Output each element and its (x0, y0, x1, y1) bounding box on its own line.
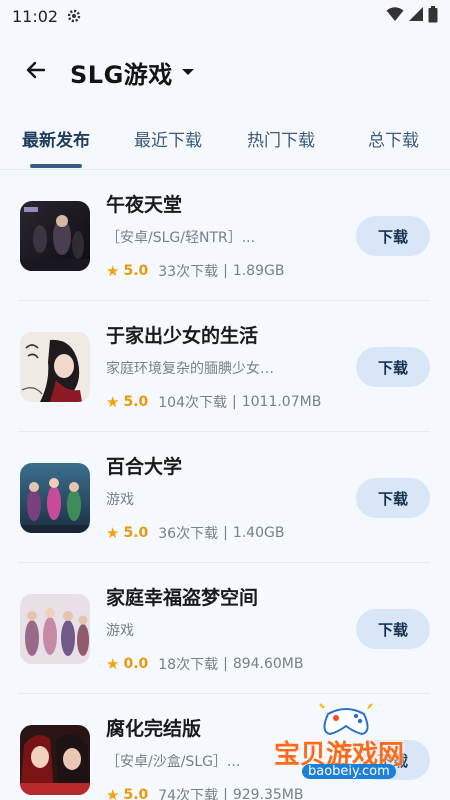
tab-indicator (30, 164, 82, 168)
app-meta: ★ 5.0 36次下载 | 1.40GB (106, 523, 284, 543)
app-description: ［安卓/SLG/轻NTR］... (106, 230, 256, 246)
list-item[interactable]: 百合大学 游戏 ★ 5.0 36次下载 | 1.40GB 下载 (18, 432, 430, 563)
app-description: 家庭环境复杂的腼腆少女、孤独... (106, 361, 286, 377)
caret-down-icon (181, 67, 195, 77)
app-description: 游戏 (106, 623, 134, 639)
app-name[interactable]: 于家出少女的生活 (106, 321, 258, 348)
app-description: 游戏 (106, 492, 134, 508)
app-downloads: 104次下载 (158, 395, 227, 411)
status-time: 11:02 (12, 6, 59, 26)
star-icon: ★ (106, 393, 120, 411)
download-button[interactable]: 下载 (356, 347, 430, 387)
star-icon: ★ (106, 262, 120, 280)
list-item[interactable]: 午夜天堂 ［安卓/SLG/轻NTR］... ★ 5.0 33次下载 | 1.89… (18, 170, 430, 301)
app-list: 午夜天堂 ［安卓/SLG/轻NTR］... ★ 5.0 33次下载 | 1.89… (18, 170, 430, 800)
signal-icon (408, 6, 424, 26)
app-rating: 5.0 (123, 525, 149, 541)
star-icon: ★ (106, 524, 120, 542)
star-icon: ★ (106, 655, 120, 673)
app-name[interactable]: 午夜天堂 (106, 190, 182, 217)
app-meta: ★ 5.0 104次下载 | 1011.07MB (106, 392, 321, 412)
app-name[interactable]: 家庭幸福盗梦空间 (106, 583, 258, 610)
app-size: 1011.07MB (241, 394, 322, 410)
app-name[interactable]: 腐化完结版 (106, 714, 201, 741)
app-rating: 5.0 (123, 394, 149, 410)
gear-icon (66, 8, 82, 24)
app-rating: 0.0 (123, 656, 149, 672)
wifi-icon (386, 6, 404, 26)
category-selector[interactable]: SLG游戏 (70, 55, 195, 90)
app-bar: SLG游戏 (0, 44, 450, 100)
app-size: 1.89GB (232, 263, 285, 279)
page-title: SLG游戏 (70, 60, 173, 89)
app-downloads: 74次下载 (158, 788, 219, 800)
star-icon: ★ (106, 786, 120, 800)
app-description: ［安卓/沙盒/SLG］... (106, 754, 241, 770)
app-rating: 5.0 (123, 263, 149, 279)
app-icon[interactable] (20, 332, 90, 402)
battery-icon (428, 5, 438, 27)
app-size: 1.40GB (232, 525, 285, 541)
app-icon[interactable] (20, 594, 90, 664)
app-meta: ★ 5.0 74次下载 | 929.35MB (106, 785, 303, 800)
download-button[interactable]: 下载 (356, 609, 430, 649)
tab-bar: 最新发布 最近下载 热门下载 总下载 (0, 118, 450, 170)
tab-latest[interactable]: 最新发布 (22, 126, 90, 151)
tab-total-downloads[interactable]: 总下载 (368, 126, 419, 151)
app-size: 894.60MB (232, 656, 304, 672)
download-button[interactable]: 下载 (356, 216, 430, 256)
list-item[interactable]: 腐化完结版 ［安卓/沙盒/SLG］... ★ 5.0 74次下载 | 929.3… (18, 694, 430, 800)
status-bar: 11:02 (0, 0, 450, 32)
app-downloads: 36次下载 (158, 526, 219, 542)
app-rating: 5.0 (123, 787, 149, 800)
meta-separator: | (232, 394, 237, 410)
app-downloads: 18次下载 (158, 657, 219, 673)
list-item[interactable]: 家庭幸福盗梦空间 游戏 ★ 0.0 18次下载 | 894.60MB 下载 (18, 563, 430, 694)
app-icon[interactable] (20, 725, 90, 795)
download-button[interactable]: 下载 (356, 740, 430, 780)
meta-separator: | (223, 787, 228, 800)
meta-separator: | (223, 263, 228, 279)
app-meta: ★ 5.0 33次下载 | 1.89GB (106, 261, 284, 281)
app-downloads: 33次下载 (158, 264, 219, 280)
arrow-left-icon (24, 58, 48, 86)
tab-hot-downloads[interactable]: 热门下载 (247, 126, 315, 151)
list-item[interactable]: 于家出少女的生活 家庭环境复杂的腼腆少女、孤独... ★ 5.0 104次下载 … (18, 301, 430, 432)
meta-separator: | (223, 656, 228, 672)
app-icon[interactable] (20, 463, 90, 533)
status-icons (386, 5, 438, 27)
app-name[interactable]: 百合大学 (106, 452, 182, 479)
app-size: 929.35MB (232, 787, 304, 800)
tab-recent-downloads[interactable]: 最近下载 (134, 126, 202, 151)
app-icon[interactable] (20, 201, 90, 271)
meta-separator: | (223, 525, 228, 541)
back-button[interactable] (22, 58, 50, 86)
download-button[interactable]: 下载 (356, 478, 430, 518)
app-meta: ★ 0.0 18次下载 | 894.60MB (106, 654, 303, 674)
